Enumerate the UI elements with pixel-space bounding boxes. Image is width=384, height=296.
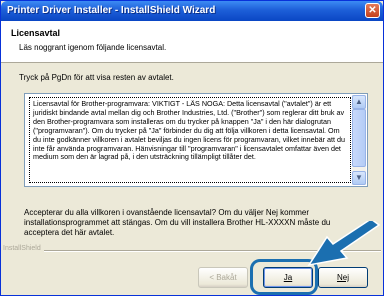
scroll-instruction: Tryck på PgDn för att visa resten av avt… [19,73,174,82]
installshield-brand: InstallShield [3,245,44,252]
arrow-icon [307,221,381,267]
page-subtitle: Läs noggrant igenom följande licensavtal… [19,43,167,52]
chevron-up-icon: ▲ [355,97,363,106]
installer-window: Printer Driver Installer - InstallShield… [0,0,384,296]
scroll-up-button[interactable]: ▲ [352,95,366,109]
header-panel: Licensavtal Läs noggrant igenom följande… [1,21,383,63]
title-bar[interactable]: Printer Driver Installer - InstallShield… [1,1,383,21]
license-scrollbar[interactable]: ▲ ▼ [352,95,366,185]
close-button[interactable]: ✕ [365,3,380,18]
back-button-label: < Bakåt [209,273,237,282]
close-icon: ✕ [368,5,377,16]
chevron-down-icon: ▼ [355,173,363,182]
license-textbox[interactable]: Licensavtal för Brother-programvara: VIK… [24,93,368,187]
back-button[interactable]: < Bakåt [198,267,248,288]
scroll-thumb[interactable] [352,109,366,167]
page-title: Licensavtal [11,28,61,38]
window-title: Printer Driver Installer - InstallShield… [7,5,216,16]
license-text: Licensavtal för Brother-programvara: VIK… [29,97,351,183]
scroll-down-button[interactable]: ▼ [352,171,366,185]
